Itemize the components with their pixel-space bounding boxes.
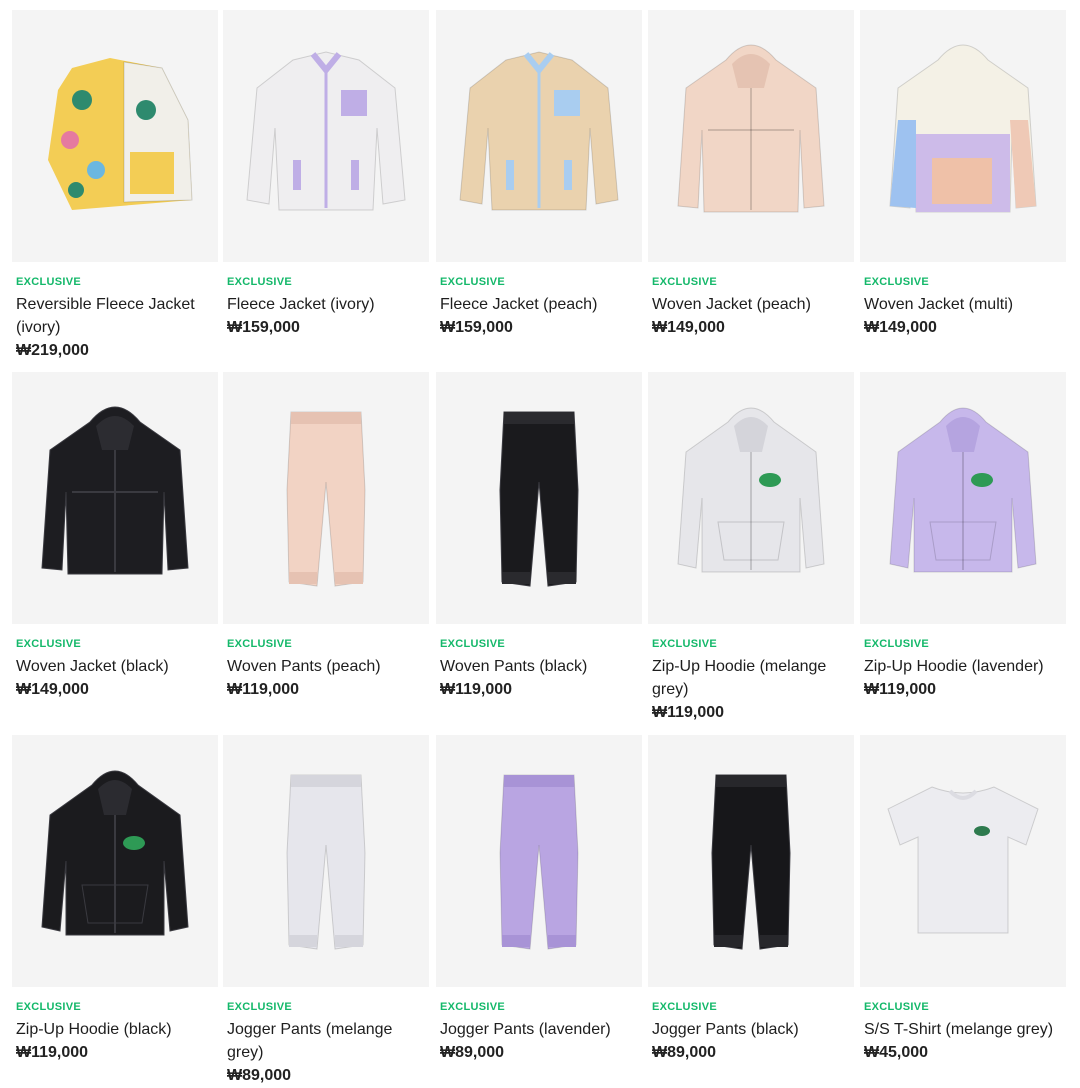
product-price: ₩149,000 (864, 319, 937, 336)
product-card[interactable]: EXCLUSIVE Woven Jacket (black) ₩149,000 (12, 372, 218, 702)
product-price: ₩219,000 (16, 342, 89, 359)
exclusive-badge: EXCLUSIVE (864, 276, 930, 288)
product-card[interactable]: EXCLUSIVE Woven Pants (peach) ₩119,000 (223, 372, 429, 702)
product-price: ₩119,000 (16, 1044, 89, 1061)
product-image[interactable] (648, 735, 854, 987)
fleece-jacket-icon (459, 51, 619, 211)
product-card[interactable]: EXCLUSIVE Zip-Up Hoodie (black) ₩119,000 (12, 735, 218, 1065)
woven-jacket-icon (889, 44, 1037, 213)
product-price: ₩159,000 (227, 319, 300, 336)
pants-icon (499, 411, 579, 587)
product-image[interactable] (12, 372, 218, 624)
product-name[interactable]: Zip-Up Hoodie (lavender) (864, 655, 1062, 678)
product-card[interactable]: EXCLUSIVE Fleece Jacket (peach) ₩159,000 (436, 10, 642, 340)
exclusive-badge: EXCLUSIVE (16, 1001, 82, 1013)
product-name[interactable]: Fleece Jacket (ivory) (227, 293, 425, 316)
product-card[interactable]: EXCLUSIVE Woven Jacket (multi) ₩149,000 (860, 10, 1066, 340)
hoodie-icon (889, 407, 1037, 573)
woven-jacket-icon (41, 406, 189, 575)
product-image[interactable] (436, 372, 642, 624)
product-name[interactable]: Zip-Up Hoodie (black) (16, 1018, 214, 1041)
product-name[interactable]: Jogger Pants (melange grey) (227, 1018, 425, 1064)
product-card[interactable]: EXCLUSIVE Jogger Pants (black) ₩89,000 (648, 735, 854, 1065)
product-price: ₩45,000 (864, 1044, 929, 1061)
pants-icon (286, 411, 366, 587)
product-image[interactable] (648, 372, 854, 624)
product-name[interactable]: Woven Jacket (black) (16, 655, 214, 678)
exclusive-badge: EXCLUSIVE (227, 276, 293, 288)
fleece-jacket-icon (48, 58, 193, 210)
exclusive-badge: EXCLUSIVE (864, 1001, 930, 1013)
product-image[interactable] (12, 10, 218, 262)
exclusive-badge: EXCLUSIVE (16, 638, 82, 650)
exclusive-badge: EXCLUSIVE (16, 276, 82, 288)
product-image[interactable] (860, 372, 1066, 624)
product-name[interactable]: Jogger Pants (lavender) (440, 1018, 638, 1041)
tshirt-icon (887, 786, 1039, 934)
product-image[interactable] (648, 10, 854, 262)
product-name[interactable]: Zip-Up Hoodie (melange grey) (652, 655, 850, 701)
product-image[interactable] (860, 735, 1066, 987)
product-image[interactable] (223, 10, 429, 262)
exclusive-badge: EXCLUSIVE (652, 276, 718, 288)
exclusive-badge: EXCLUSIVE (864, 638, 930, 650)
product-image[interactable] (223, 735, 429, 987)
product-name[interactable]: Woven Jacket (peach) (652, 293, 850, 316)
product-card[interactable]: EXCLUSIVE Reversible Fleece Jacket (ivor… (12, 10, 218, 363)
product-image[interactable] (12, 735, 218, 987)
product-image[interactable] (436, 735, 642, 987)
exclusive-badge: EXCLUSIVE (440, 638, 506, 650)
product-card[interactable]: EXCLUSIVE Zip-Up Hoodie (melange grey) ₩… (648, 372, 854, 725)
fleece-jacket-icon (246, 51, 406, 211)
exclusive-badge: EXCLUSIVE (227, 1001, 293, 1013)
product-card[interactable]: EXCLUSIVE Zip-Up Hoodie (lavender) ₩119,… (860, 372, 1066, 702)
product-image[interactable] (860, 10, 1066, 262)
product-price: ₩89,000 (652, 1044, 717, 1061)
product-price: ₩89,000 (227, 1067, 292, 1084)
exclusive-badge: EXCLUSIVE (652, 1001, 718, 1013)
woven-jacket-icon (677, 44, 825, 213)
product-card[interactable]: EXCLUSIVE Jogger Pants (lavender) ₩89,00… (436, 735, 642, 1065)
product-price: ₩119,000 (864, 681, 937, 698)
product-name[interactable]: Fleece Jacket (peach) (440, 293, 638, 316)
hoodie-icon (677, 407, 825, 573)
product-price: ₩119,000 (652, 704, 725, 721)
product-price: ₩149,000 (652, 319, 725, 336)
pants-icon (711, 774, 791, 950)
exclusive-badge: EXCLUSIVE (227, 638, 293, 650)
product-name[interactable]: Woven Pants (black) (440, 655, 638, 678)
product-card[interactable]: EXCLUSIVE S/S T-Shirt (melange grey) ₩45… (860, 735, 1066, 1065)
product-price: ₩149,000 (16, 681, 89, 698)
product-price: ₩159,000 (440, 319, 513, 336)
exclusive-badge: EXCLUSIVE (652, 638, 718, 650)
product-image[interactable] (436, 10, 642, 262)
product-price: ₩119,000 (440, 681, 513, 698)
product-price: ₩119,000 (227, 681, 300, 698)
product-card[interactable]: EXCLUSIVE Woven Pants (black) ₩119,000 (436, 372, 642, 702)
pants-icon (286, 774, 366, 950)
exclusive-badge: EXCLUSIVE (440, 1001, 506, 1013)
product-name[interactable]: Woven Jacket (multi) (864, 293, 1062, 316)
product-name[interactable]: Reversible Fleece Jacket (ivory) (16, 293, 214, 339)
product-name[interactable]: Woven Pants (peach) (227, 655, 425, 678)
hoodie-icon (41, 770, 189, 936)
product-name[interactable]: Jogger Pants (black) (652, 1018, 850, 1041)
product-name[interactable]: S/S T-Shirt (melange grey) (864, 1018, 1062, 1041)
product-card[interactable]: EXCLUSIVE Jogger Pants (melange grey) ₩8… (223, 735, 429, 1088)
pants-icon (499, 774, 579, 950)
product-card[interactable]: EXCLUSIVE Woven Jacket (peach) ₩149,000 (648, 10, 854, 340)
exclusive-badge: EXCLUSIVE (440, 276, 506, 288)
product-card[interactable]: EXCLUSIVE Fleece Jacket (ivory) ₩159,000 (223, 10, 429, 340)
product-image[interactable] (223, 372, 429, 624)
product-price: ₩89,000 (440, 1044, 505, 1061)
